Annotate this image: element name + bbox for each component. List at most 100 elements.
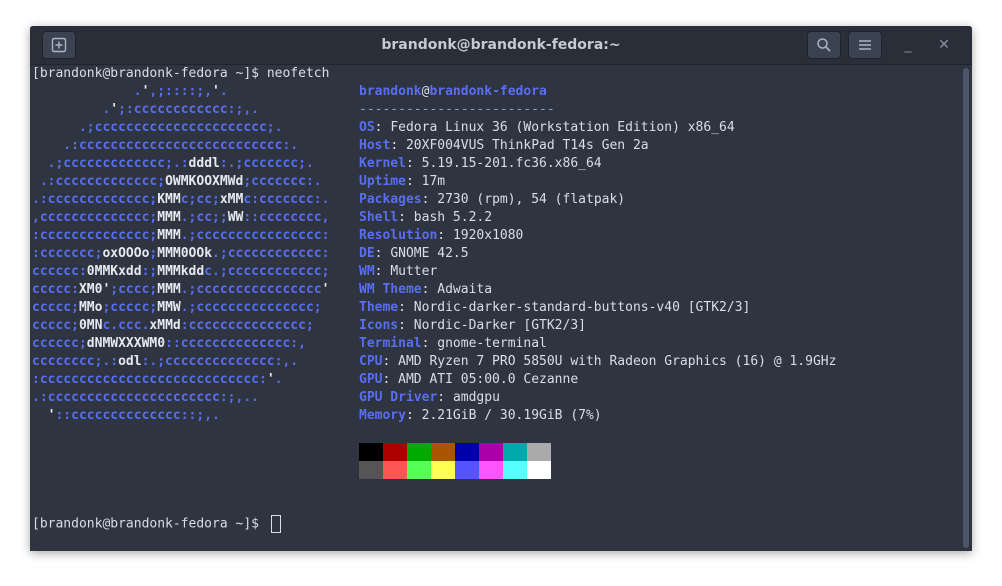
logo-line: .:ccccccccccccc;OWMKOOXMWd;ccccccc:. (32, 174, 322, 189)
menu-button[interactable] (848, 31, 882, 59)
info-row: Resolution: 1920x1080 (359, 227, 523, 245)
color-swatch (359, 461, 383, 479)
logo-line: .',;::::;,'. (32, 84, 228, 99)
info-row: Memory: 2.21GiB / 30.19GiB (7%) (359, 407, 602, 425)
info-row: Terminal: gnome-terminal (359, 335, 547, 353)
info-row: Icons: Nordic-Darker [GTK2/3] (359, 317, 586, 335)
info-row: GPU Driver: amdgpu (359, 389, 500, 407)
search-button[interactable] (807, 31, 841, 59)
info-value: AMD ATI 05:00.0 Cezanne (398, 372, 579, 387)
username: brandonk (359, 84, 422, 99)
command-line: [brandonk@brandonk-fedora ~]$ neofetch (32, 65, 329, 83)
color-swatch (407, 443, 431, 461)
info-row: OS: Fedora Linux 36 (Workstation Edition… (359, 119, 735, 137)
color-swatch (527, 461, 551, 479)
header-separator: ------------------------- (359, 102, 555, 117)
color-swatch (479, 443, 503, 461)
info-key: Packages (359, 192, 422, 207)
hostname: brandonk-fedora (429, 84, 547, 99)
info-key: Theme (359, 300, 399, 315)
info-value: 2.21GiB / 30.19GiB (7%) (421, 408, 602, 423)
info-row: WM Theme: Adwaita (359, 281, 492, 299)
hamburger-menu-icon (859, 40, 871, 50)
logo-line: ccccc;MMo;ccccc;MMW.;ccccccccccccccc; (32, 300, 322, 315)
info-key: Host (359, 138, 391, 153)
color-swatch (455, 443, 479, 461)
info-value: Fedora Linux 36 (Workstation Edition) x8… (390, 120, 735, 135)
info-value: AMD Ryzen 7 PRO 5850U with Radeon Graphi… (398, 354, 837, 369)
info-value: GNOME 42.5 (390, 246, 469, 261)
info-colon: : (437, 390, 453, 405)
info-value: 1920x1080 (452, 228, 524, 243)
info-colon: : (398, 300, 414, 315)
info-row: Kernel: 5.19.15-201.fc36.x86_64 (359, 155, 602, 173)
logo-line: .;cccccccccccccccccccccc;. (32, 120, 283, 135)
info-value: Adwaita (437, 282, 493, 297)
info-key: Kernel (359, 156, 406, 171)
color-palette-normal (359, 443, 551, 461)
new-tab-icon (51, 37, 67, 53)
info-key: Icons (359, 318, 399, 333)
info-value: amdgpu (452, 390, 500, 405)
info-key: WM Theme (359, 282, 422, 297)
color-swatch (383, 443, 407, 461)
info-colon: : (421, 336, 438, 351)
prompt: [brandonk@brandonk-fedora ~]$ (32, 516, 267, 532)
logo-line: cccccccc;.:odl:.;cccccccccccccc:,. (32, 354, 299, 369)
info-row: Shell: bash 5.2.2 (359, 209, 492, 227)
title-bar: brandonk@brandonk-fedora:~ _ ✕ (30, 26, 972, 65)
logo-line: '::cccccccccccccc::;,. (47, 408, 220, 423)
user-host-header: brandonk@brandonk-fedora (359, 83, 547, 101)
info-row: Uptime: 17m (359, 173, 445, 191)
color-swatch (503, 461, 527, 479)
info-row: Packages: 2730 (rpm), 54 (flatpak) (359, 191, 625, 209)
info-colon: : (437, 228, 453, 243)
logo-line: .:ccccccccccccc;KMMc;cc;xMMc:ccccccc:. (32, 192, 330, 207)
info-colon: : (421, 282, 438, 297)
info-colon: : (398, 318, 414, 333)
color-swatch (455, 461, 479, 479)
info-colon: : (405, 156, 422, 171)
info-row: GPU: AMD ATI 05:00.0 Cezanne (359, 371, 578, 389)
prompt: [brandonk@brandonk-fedora ~]$ (32, 66, 267, 81)
info-colon: : (382, 372, 399, 387)
info-key: DE (359, 246, 375, 261)
command: neofetch (266, 66, 330, 81)
logo-line: :ccccccc;oxOOOo;MMM0OOk.;cccccccccccc: (32, 246, 330, 261)
minimize-icon[interactable]: _ (898, 35, 918, 55)
info-key: Memory (359, 408, 406, 423)
terminal-window: brandonk@brandonk-fedora:~ _ ✕ [brandonk… (30, 26, 972, 551)
search-icon (817, 38, 831, 52)
logo-line: :cccccccccccccc;MMM.;cccccccccccccccc: (32, 228, 330, 243)
info-value: Nordic-Darker [GTK2/3] (413, 318, 586, 333)
logo-line: ccccc;0MNc.ccc.xMMd:ccccccccccccccc; (32, 318, 314, 333)
close-icon[interactable]: ✕ (934, 35, 954, 55)
info-colon: : (382, 354, 399, 369)
info-key: CPU (359, 354, 383, 369)
logo-line: .;ccccccccccccc;.:dddl:.;ccccccc;. (32, 156, 314, 171)
info-value: 20XF004VUS ThinkPad T14s Gen 2a (405, 138, 649, 153)
info-value: gnome-terminal (437, 336, 547, 351)
info-colon: : (405, 174, 422, 189)
info-colon: : (398, 210, 414, 225)
info-value: 2730 (rpm), 54 (flatpak) (437, 192, 626, 207)
info-colon: : (374, 246, 391, 261)
logo-line: ,cccccccccccccc;MMM.;cc;;WW::cccccccc, (32, 210, 330, 225)
info-row: Host: 20XF004VUS ThinkPad T14s Gen 2a (359, 137, 649, 155)
info-key: Shell (359, 210, 399, 225)
info-colon: : (390, 138, 406, 153)
info-value: Nordic-darker-standard-buttons-v40 [GTK2… (413, 300, 751, 315)
terminal-output[interactable]: [brandonk@brandonk-fedora ~]$ neofetch .… (30, 65, 960, 551)
logo-line: .:cccccccccccccccccccccc:;,.. (32, 390, 259, 405)
info-row: CPU: AMD Ryzen 7 PRO 5850U with Radeon G… (359, 353, 836, 371)
color-swatch (359, 443, 383, 461)
scrollbar-thumb[interactable] (963, 68, 969, 548)
info-key: OS (359, 120, 375, 135)
scrollbar[interactable] (960, 65, 972, 551)
color-palette-bright (359, 461, 551, 479)
new-tab-button[interactable] (42, 31, 76, 59)
info-colon: : (405, 408, 422, 423)
final-prompt-line[interactable]: [brandonk@brandonk-fedora ~]$ (32, 515, 281, 533)
info-key: Terminal (359, 336, 422, 351)
info-colon: : (374, 120, 391, 135)
